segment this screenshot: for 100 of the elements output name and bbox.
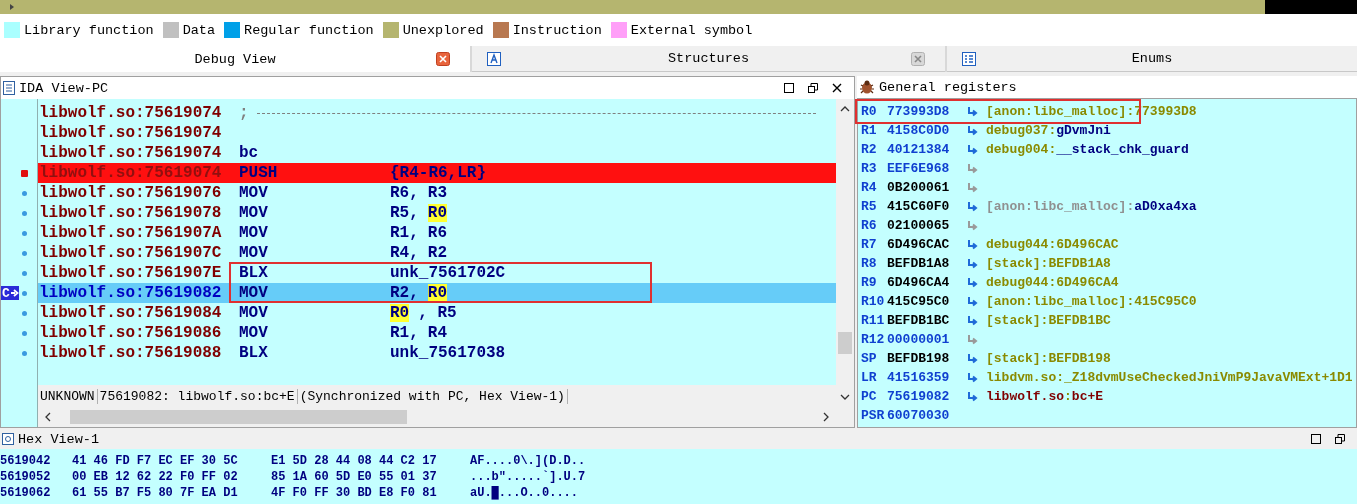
register-value[interactable]: 75619082 — [887, 389, 967, 404]
register-comment[interactable]: debug037:gDvmJni — [986, 123, 1111, 138]
scroll-right-icon[interactable] — [822, 412, 830, 422]
maximize-icon[interactable] — [1311, 434, 1321, 444]
panel-title: IDA View-PC — [19, 80, 109, 96]
address: libwolf.so:7561907E — [38, 264, 223, 282]
operand: unk_7561702C — [390, 264, 506, 282]
operand: R6, — [390, 184, 419, 202]
tab[interactable]: Structures — [472, 46, 945, 72]
scroll-down-icon[interactable] — [840, 393, 850, 401]
scrollbar-thumb[interactable] — [838, 332, 852, 354]
jump-arrow-icon[interactable] — [967, 163, 978, 174]
register-value[interactable]: BEFDB198 — [887, 351, 967, 366]
jump-arrow-icon[interactable] — [967, 106, 978, 117]
jump-arrow-icon[interactable] — [967, 315, 978, 326]
address: libwolf.so:75619082 — [38, 284, 223, 302]
hex-address: 5619062 — [0, 486, 52, 500]
scroll-left-icon[interactable] — [44, 412, 52, 422]
comment-mark: ; — [238, 104, 249, 122]
register-name: R12 — [860, 332, 886, 347]
operand: R5, — [390, 204, 419, 222]
jump-arrow-icon[interactable] — [967, 201, 978, 212]
register-value[interactable]: 0B200061 — [887, 180, 967, 195]
register-value[interactable]: 41516359 — [887, 370, 967, 385]
register-name: R0 — [860, 104, 878, 119]
address: libwolf.so:75619074 — [38, 104, 223, 122]
mnemonic: bc — [238, 144, 260, 162]
hex-bytes: 00 EB 12 62 22 F0 FF 02 — [72, 470, 239, 484]
mnemonic: MOV — [238, 284, 269, 302]
jump-arrow-icon[interactable] — [967, 296, 978, 307]
jump-arrow-icon[interactable] — [967, 353, 978, 364]
scroll-up-icon[interactable] — [840, 105, 850, 113]
status-field: 75619082: libwolf.so:bc+E — [97, 388, 298, 404]
register-value[interactable]: 415C95C0 — [887, 294, 967, 309]
register-name: R9 — [860, 275, 878, 290]
mnemonic: MOV — [238, 204, 269, 222]
vertical-scrollbar[interactable] — [836, 99, 854, 427]
mnemonic: MOV — [238, 304, 269, 322]
jump-arrow-icon[interactable] — [967, 277, 978, 288]
jump-arrow-icon[interactable] — [967, 334, 978, 345]
register-name: R3 — [860, 161, 878, 176]
register-value[interactable]: 4158C0D0 — [887, 123, 967, 138]
ascii-text: ...b".....`].U.7 — [470, 470, 586, 484]
expand-arrow-icon[interactable] — [9, 3, 15, 11]
jump-arrow-icon[interactable] — [967, 125, 978, 136]
scrollbar-thumb[interactable] — [70, 410, 407, 424]
close-icon[interactable] — [832, 83, 842, 93]
register-value[interactable]: 40121384 — [887, 142, 967, 157]
address: libwolf.so:75619088 — [38, 344, 223, 362]
jump-arrow-icon[interactable] — [967, 391, 978, 402]
register-value[interactable]: 6D496CA4 — [887, 275, 967, 290]
operand: R3 — [427, 184, 447, 202]
address: libwolf.so:75619074 — [38, 164, 223, 182]
register-value[interactable]: 773993D8 — [887, 104, 967, 119]
tab[interactable]: Enums — [947, 46, 1357, 72]
jump-arrow-icon[interactable] — [967, 144, 978, 155]
structure-icon — [487, 51, 501, 66]
register-name: R4 — [860, 180, 878, 195]
hex-bytes: 41 46 FD F7 EC EF 30 5C — [72, 454, 239, 468]
hex-view-icon — [2, 433, 14, 445]
operand: , R5 — [418, 304, 457, 322]
register-name: R10 — [860, 294, 886, 309]
panel-title: Hex View-1 — [18, 431, 99, 447]
breakpoint-icon[interactable] — [21, 169, 28, 177]
register-name: PSR — [860, 408, 886, 423]
operand: R0 — [390, 304, 410, 322]
register-comment[interactable]: libwolf.so:bc+E — [986, 389, 1104, 404]
jump-arrow-icon[interactable] — [967, 182, 978, 193]
operand: unk_75617038 — [390, 344, 506, 362]
register-value[interactable]: 02100065 — [887, 218, 967, 233]
address: libwolf.so:7561907A — [38, 224, 223, 242]
navigation-band[interactable] — [0, 0, 1357, 14]
hex-bytes: 85 1A 60 5D E0 55 01 37 — [271, 470, 438, 484]
legend-label: Instruction — [512, 22, 602, 38]
operand: R2 — [427, 244, 447, 262]
jump-arrow-icon[interactable] — [967, 220, 978, 231]
jump-arrow-icon[interactable] — [967, 372, 978, 383]
mnemonic: MOV — [238, 224, 269, 242]
tab[interactable]: Debug View — [0, 46, 470, 72]
register-value[interactable]: 415C60F0 — [887, 199, 967, 214]
register-comment[interactable]: debug004:__stack_chk_guard — [986, 142, 1189, 157]
register-name: R11 — [860, 313, 886, 328]
jump-arrow-icon[interactable] — [967, 239, 978, 250]
register-value[interactable]: BEFDB1A8 — [887, 256, 967, 271]
register-comment[interactable]: [anon:libc_malloc]:aD0xa4xa — [986, 199, 1197, 214]
maximize-icon[interactable] — [784, 83, 794, 93]
register-value[interactable]: 60070030 — [887, 408, 967, 423]
jump-arrow-icon[interactable] — [967, 258, 978, 269]
register-name: R5 — [860, 199, 878, 214]
register-name: R6 — [860, 218, 878, 233]
status-field: UNKNOWN — [38, 388, 98, 404]
pc-marker: C — [1, 286, 11, 300]
arrow-icon — [10, 286, 19, 300]
register-value[interactable]: EEF6E968 — [887, 161, 967, 176]
register-value[interactable]: 00000001 — [887, 332, 967, 347]
legend-label: Library function — [24, 22, 154, 38]
register-value[interactable]: 6D496CAC — [887, 237, 967, 252]
register-value[interactable]: BEFDB1BC — [887, 313, 967, 328]
restore-icon[interactable] — [1335, 434, 1345, 444]
restore-icon[interactable] — [808, 83, 818, 93]
